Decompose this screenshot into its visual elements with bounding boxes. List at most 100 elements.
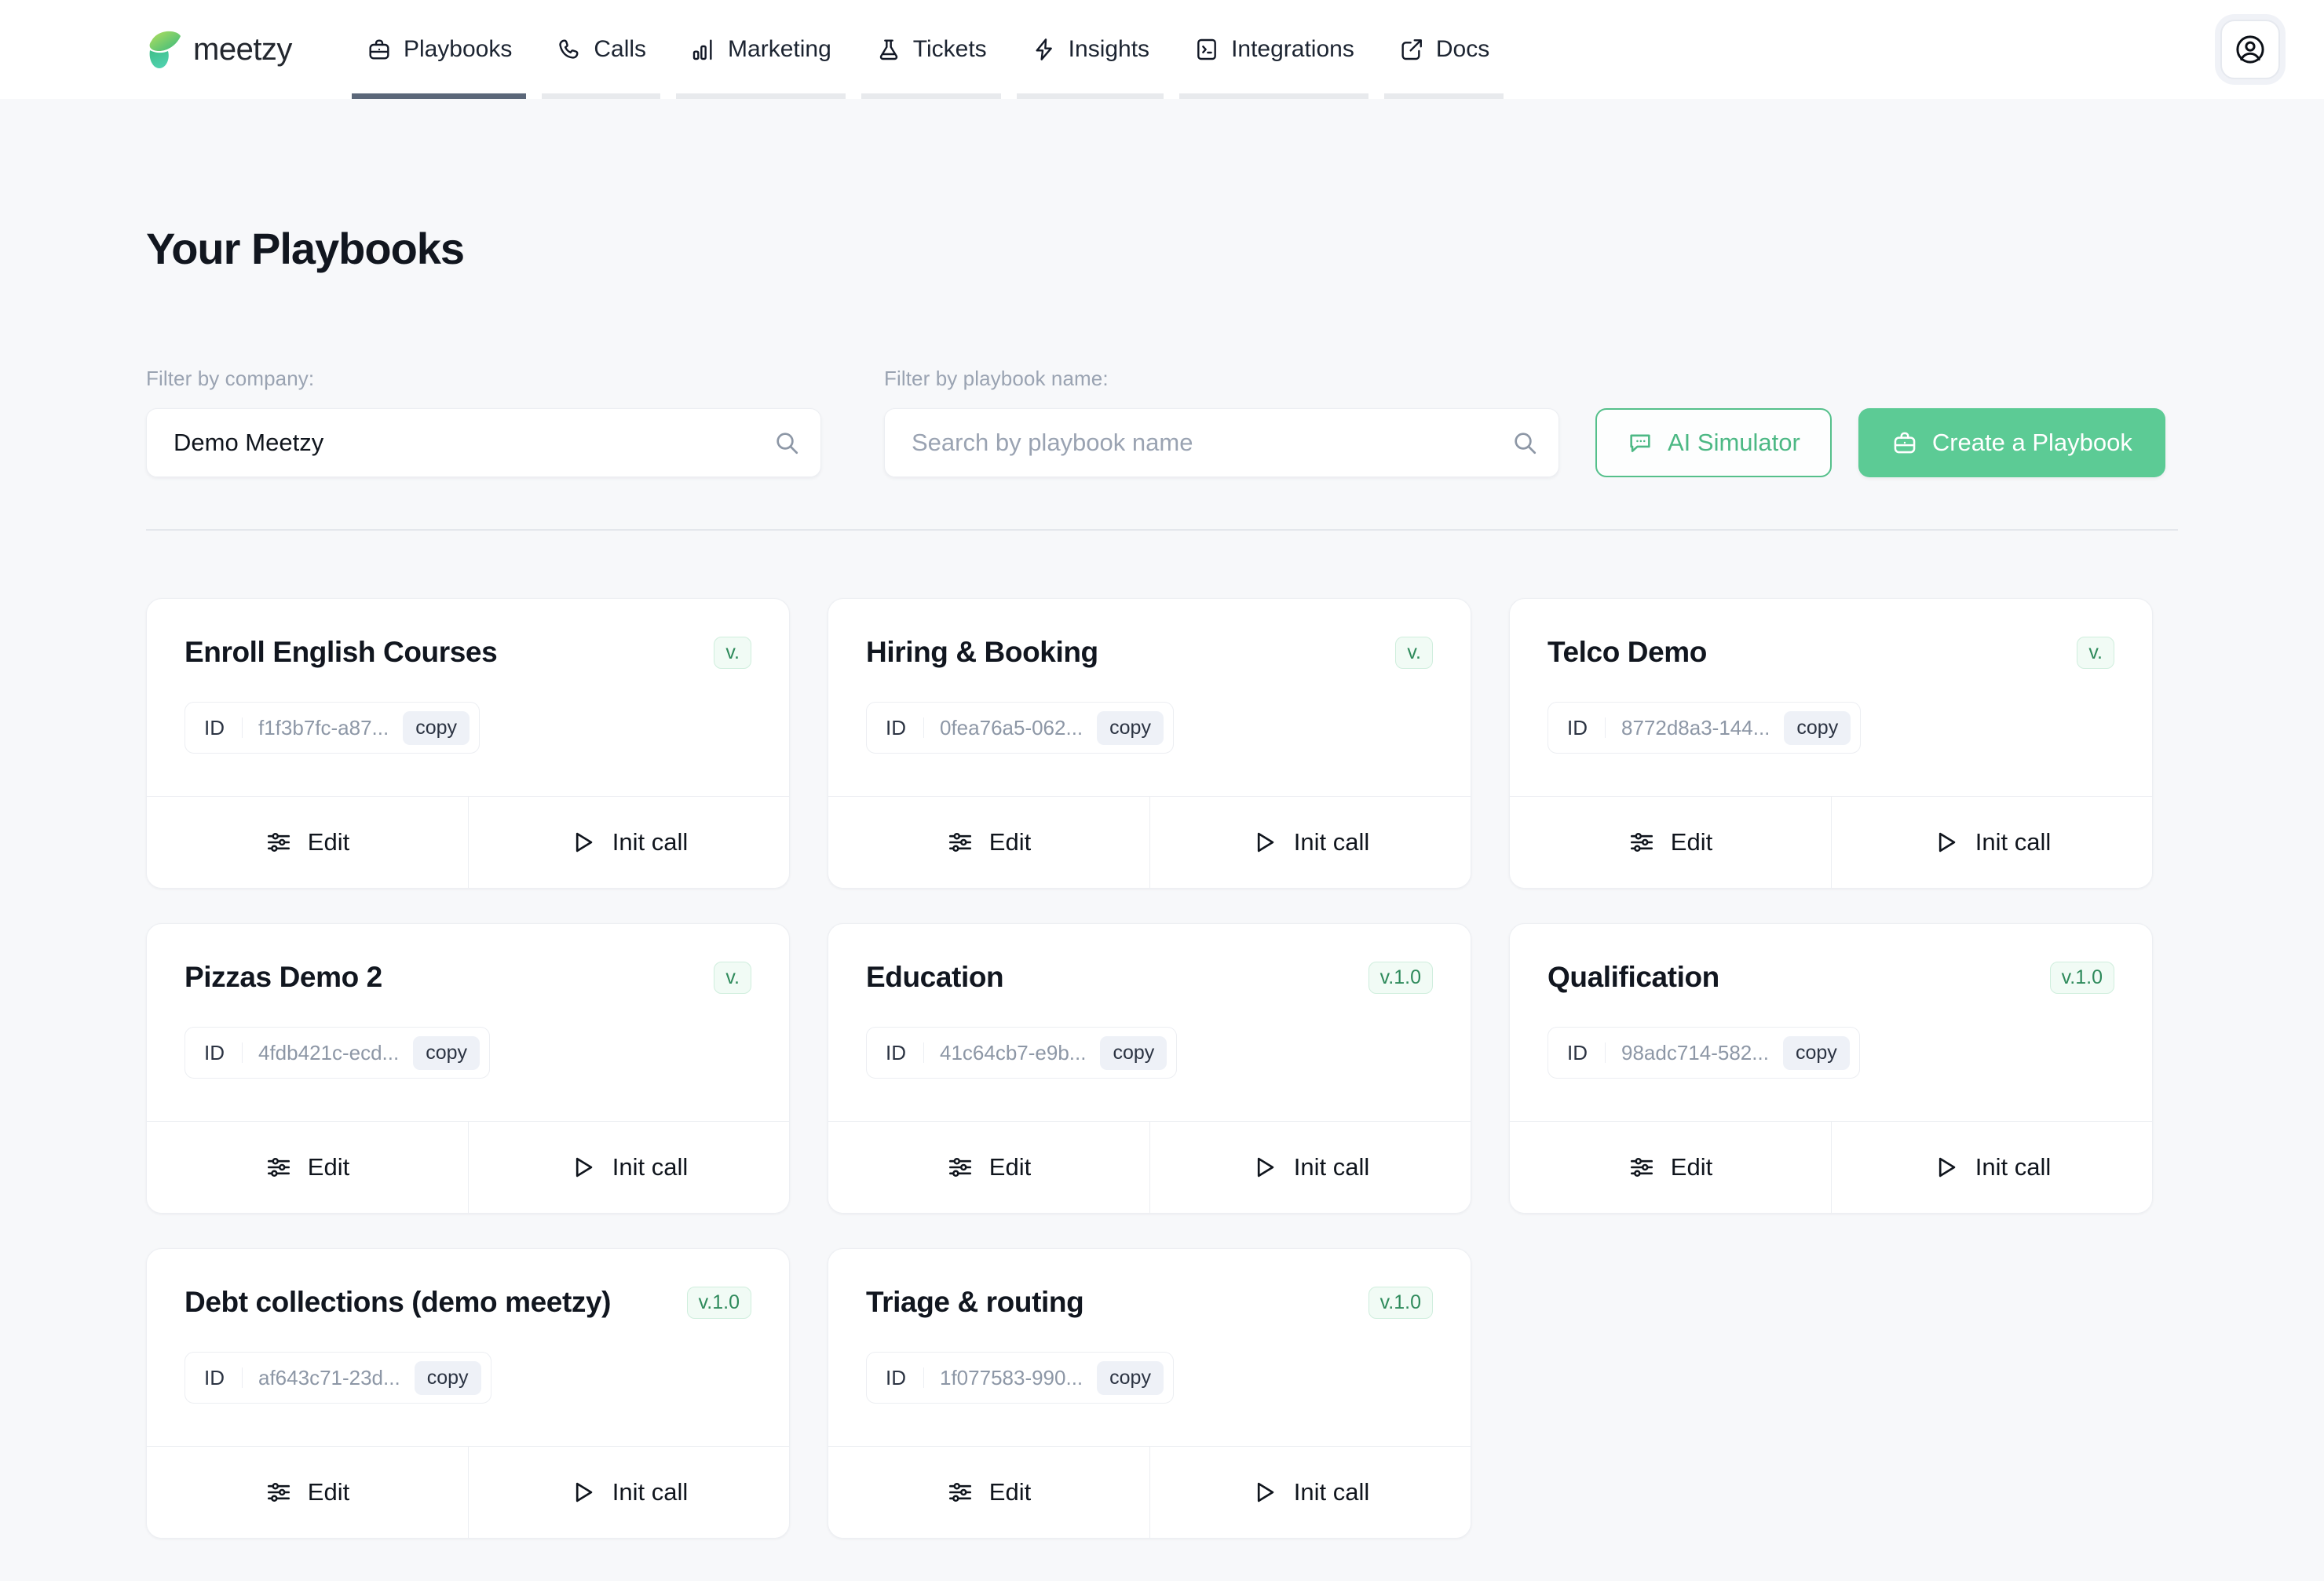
- playbook-id-box: ID f1f3b7fc-a87... copy: [185, 702, 481, 754]
- edit-label: Edit: [1670, 1153, 1713, 1181]
- playbook-card-body: Education v.1.0 ID 41c64cb7-e9b... copy: [828, 924, 1471, 1121]
- copy-id-button[interactable]: copy: [1097, 1360, 1164, 1395]
- page-title: Your Playbooks: [146, 224, 465, 273]
- edit-playbook-button[interactable]: Edit: [828, 797, 1149, 888]
- play-icon: [1933, 829, 1960, 856]
- filter-company-input[interactable]: [147, 409, 820, 476]
- copy-id-button[interactable]: copy: [413, 1035, 481, 1070]
- edit-label: Edit: [1670, 828, 1713, 856]
- top-navigation-bar: meetzy Playbooks Calls Marketing Tickets…: [0, 0, 2324, 99]
- lightning-icon: [1031, 36, 1058, 63]
- playbook-version-badge: v.: [714, 637, 751, 669]
- create-playbook-button[interactable]: Create a Playbook: [1858, 408, 2165, 477]
- filter-playbook-name-input-wrapper[interactable]: [884, 408, 1559, 477]
- create-playbook-label: Create a Playbook: [1931, 429, 2132, 456]
- filter-company-label: Filter by company:: [146, 367, 315, 390]
- playbook-title: Triage & routing: [866, 1286, 1084, 1318]
- playbook-card-header: Qualification v.1.0: [1548, 961, 2114, 994]
- external-link-icon: [1398, 36, 1425, 63]
- playbook-id-box: ID 98adc714-582... copy: [1548, 1027, 1860, 1079]
- init-call-label: Init call: [612, 1153, 689, 1181]
- edit-playbook-button[interactable]: Edit: [1510, 1122, 1831, 1213]
- init-call-button[interactable]: Init call: [1831, 1122, 2152, 1213]
- playbook-version-badge: v.1.0: [1368, 1287, 1433, 1319]
- ai-simulator-label: AI Simulator: [1668, 429, 1800, 456]
- playbook-card-body: Debt collections (demo meetzy) v.1.0 ID …: [147, 1249, 789, 1446]
- briefcase-icon: [1891, 429, 1918, 456]
- init-call-label: Init call: [1293, 828, 1370, 856]
- edit-playbook-button[interactable]: Edit: [1510, 797, 1831, 888]
- playbook-id-box: ID 4fdb421c-ecd... copy: [185, 1027, 491, 1079]
- playbook-id-value: af643c71-23d...: [258, 1365, 400, 1389]
- nav-item-label: Insights: [1068, 36, 1150, 62]
- edit-playbook-button[interactable]: Edit: [828, 1447, 1149, 1538]
- playbook-card-actions: Edit Init call: [147, 796, 789, 888]
- play-icon: [1252, 829, 1278, 856]
- playbook-version-badge: v.1.0: [2049, 962, 2114, 994]
- user-account-button[interactable]: [2220, 20, 2280, 79]
- nav-items: Playbooks Calls Marketing Tickets Insigh…: [344, 0, 1511, 99]
- playbook-id-label: ID: [867, 1367, 924, 1388]
- playbook-id-value: 4fdb421c-ecd...: [258, 1040, 400, 1064]
- init-call-button[interactable]: Init call: [468, 1447, 789, 1538]
- playbook-id-box: ID 8772d8a3-144... copy: [1548, 702, 1862, 754]
- filter-toolbar: Filter by company: Filter by playbook na…: [146, 367, 2178, 477]
- brand-name: meetzy: [193, 31, 292, 67]
- user-avatar-icon: [2234, 33, 2267, 66]
- init-call-button[interactable]: Init call: [1149, 1447, 1471, 1538]
- init-call-button[interactable]: Init call: [468, 797, 789, 888]
- playbook-card: Debt collections (demo meetzy) v.1.0 ID …: [146, 1248, 790, 1539]
- sliders-icon: [265, 1479, 292, 1506]
- copy-id-button[interactable]: copy: [403, 710, 470, 745]
- copy-id-button[interactable]: copy: [1100, 1035, 1167, 1070]
- search-input[interactable]: [885, 409, 1558, 476]
- copy-id-button[interactable]: copy: [1097, 710, 1164, 745]
- nav-item-insights[interactable]: Insights: [1009, 0, 1171, 99]
- filter-company-input-wrapper[interactable]: [146, 408, 821, 477]
- nav-item-calls[interactable]: Calls: [534, 0, 668, 99]
- init-call-button[interactable]: Init call: [1149, 1122, 1471, 1213]
- init-call-button[interactable]: Init call: [1149, 797, 1471, 888]
- play-icon: [1933, 1154, 1960, 1181]
- nav-item-playbooks[interactable]: Playbooks: [344, 0, 534, 99]
- edit-label: Edit: [988, 1153, 1032, 1181]
- playbook-card: Education v.1.0 ID 41c64cb7-e9b... copy: [828, 923, 1471, 1214]
- edit-playbook-button[interactable]: Edit: [147, 1122, 468, 1213]
- playbook-id-value: 98adc714-582...: [1621, 1040, 1769, 1064]
- playbook-card-actions: Edit Init call: [1510, 796, 2152, 888]
- brand-logo-link[interactable]: meetzy: [146, 30, 292, 69]
- init-call-button[interactable]: Init call: [1831, 797, 2152, 888]
- sliders-icon: [1628, 1154, 1655, 1181]
- nav-item-integrations[interactable]: Integrations: [1171, 0, 1376, 99]
- playbook-title: Hiring & Booking: [866, 636, 1098, 668]
- playbook-id-label: ID: [867, 717, 924, 738]
- playbook-card-body: Pizzas Demo 2 v. ID 4fdb421c-ecd... copy: [147, 924, 789, 1121]
- init-call-label: Init call: [1293, 1153, 1370, 1181]
- filter-playbook-name-label: Filter by playbook name:: [884, 367, 1109, 390]
- chat-bubble-icon: [1627, 429, 1653, 456]
- nav-item-label: Marketing: [728, 36, 831, 62]
- playbook-card: Hiring & Booking v. ID 0fea76a5-062... c…: [828, 598, 1471, 889]
- copy-id-button[interactable]: copy: [414, 1360, 481, 1395]
- playbook-card-actions: Edit Init call: [828, 1446, 1471, 1538]
- edit-playbook-button[interactable]: Edit: [147, 797, 468, 888]
- nav-item-label: Docs: [1435, 36, 1490, 62]
- init-call-button[interactable]: Init call: [468, 1122, 789, 1213]
- playbook-card-actions: Edit Init call: [828, 796, 1471, 888]
- copy-id-button[interactable]: copy: [1784, 710, 1851, 745]
- init-call-label: Init call: [1975, 828, 2052, 856]
- edit-playbook-button[interactable]: Edit: [147, 1447, 468, 1538]
- copy-id-button[interactable]: copy: [1782, 1035, 1850, 1070]
- playbook-card: Triage & routing v.1.0 ID 1f077583-990..…: [828, 1248, 1471, 1539]
- nav-item-label: Integrations: [1231, 36, 1354, 62]
- nav-item-tickets[interactable]: Tickets: [853, 0, 1009, 99]
- playbook-card-header: Telco Demo v.: [1548, 636, 2114, 669]
- section-divider: [146, 529, 2178, 531]
- nav-item-marketing[interactable]: Marketing: [668, 0, 853, 99]
- sliders-icon: [947, 829, 974, 856]
- ai-simulator-button[interactable]: AI Simulator: [1595, 408, 1832, 477]
- playbook-id-value: 8772d8a3-144...: [1621, 715, 1770, 739]
- nav-item-docs[interactable]: Docs: [1376, 0, 1511, 99]
- playbook-id-label: ID: [1548, 1042, 1606, 1063]
- edit-playbook-button[interactable]: Edit: [828, 1122, 1149, 1213]
